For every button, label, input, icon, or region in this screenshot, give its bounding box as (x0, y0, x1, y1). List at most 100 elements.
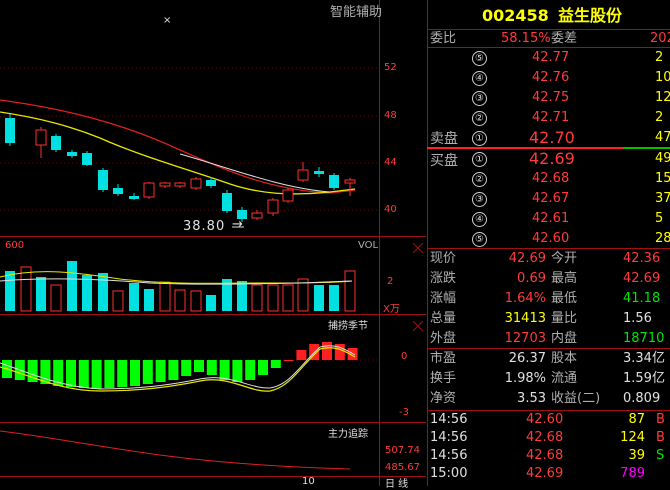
volume-bar (98, 273, 108, 311)
tick-time: 15:00 (430, 466, 468, 481)
stat-value: 1.56 (623, 311, 652, 326)
candle-body (314, 171, 324, 174)
histogram-bar (168, 360, 179, 380)
ind3-axis-label: 485.67 (385, 462, 420, 473)
volume-bar (159, 281, 171, 312)
period-label[interactable]: 日 线 (385, 475, 408, 490)
stock-header[interactable]: 002458 益生股份 (427, 4, 670, 28)
level-badge: ② (472, 172, 487, 187)
volume-bar (144, 289, 154, 311)
candle-body (206, 180, 216, 186)
volume-bar (329, 285, 339, 311)
candle-body (51, 136, 61, 150)
order-volume: 37 (655, 191, 670, 206)
order-book-row[interactable]: ③ 42.67 37 (427, 189, 670, 209)
stat-label: 量比 (551, 311, 578, 326)
pane-close-icon[interactable] (411, 318, 425, 332)
candle-body (297, 169, 309, 181)
candle-body (67, 152, 77, 156)
stat-label: 收益(二) (551, 391, 601, 406)
time-axis-label: 10 (302, 476, 315, 487)
histogram-bar (296, 350, 307, 360)
tick-row[interactable]: 14:56 42.68 124 B (427, 429, 670, 447)
histogram-bar (66, 360, 76, 387)
level-badge: ④ (472, 71, 487, 86)
tick-row[interactable]: 14:56 42.68 39 S (427, 447, 670, 465)
stat-row: 涨跌 0.69 最高 42.69 (427, 269, 670, 289)
level-badge: ④ (472, 212, 487, 227)
pane-close-icon[interactable] (411, 240, 425, 254)
volume-bar (282, 284, 294, 312)
volume-bar (174, 289, 186, 312)
candle-body (113, 188, 123, 194)
fundamental-row: 市盈 26.37 股本 3.34亿 (427, 349, 670, 369)
stat-label: 流通 (551, 371, 578, 386)
histogram-bar (232, 360, 243, 382)
ind2-axis-label: 0 (401, 351, 408, 362)
order-volume: 28 (655, 231, 670, 246)
tick-volume: 87 (628, 412, 645, 427)
histogram-bar (322, 342, 332, 360)
stock-name: 益生股份 (558, 6, 623, 25)
candle-body (282, 189, 294, 202)
order-book-row[interactable]: ② 42.68 157 (427, 169, 670, 189)
histogram-bar (181, 360, 192, 376)
main-force-line (0, 430, 351, 470)
candle-body (344, 179, 356, 184)
order-book-row[interactable]: ① 42.70 47 (427, 128, 670, 148)
weibi-label: 委比 (430, 31, 457, 46)
order-book-row[interactable]: ④ 42.61 5 (427, 209, 670, 229)
stat-label: 最高 (551, 271, 578, 286)
volume-bar (237, 281, 247, 311)
histogram-bar (142, 360, 153, 384)
order-price: 42.60 (532, 231, 570, 246)
volume-bar (267, 284, 279, 312)
candle-body (267, 199, 279, 214)
order-volume: 49 (655, 151, 670, 166)
vol-axis-label: 2 (387, 276, 394, 287)
order-book-row[interactable]: ⑤ 42.77 2 (427, 48, 670, 68)
kline-chart-area[interactable]: 智能辅助 × 52 48 44 40 38.80 → 600 VOL 2 X万 … (0, 0, 426, 490)
order-book-row[interactable]: ④ 42.76 10 (427, 68, 670, 88)
order-book-row[interactable]: ③ 42.75 12 (427, 88, 670, 108)
fundamental-row: 换手 1.98% 流通 1.59亿 (427, 369, 670, 389)
tick-volume: 124 (620, 430, 645, 445)
order-book-row[interactable]: ② 42.71 2 (427, 108, 670, 128)
order-book-row[interactable]: ⑤ 42.60 28 (427, 229, 670, 249)
vol-unit-label: X万 (383, 304, 400, 315)
order-price: 42.76 (532, 70, 570, 85)
volume-bar (20, 266, 32, 312)
quote-panel: 002458 益生股份 委比 58.15% 委差 202 ⑤ 42.77 2 ④ 42.… (427, 0, 670, 486)
stat-value: 1.98% (504, 371, 546, 386)
candle-body (174, 182, 186, 187)
stat-label: 内盘 (551, 331, 578, 346)
histogram-bar (219, 360, 230, 380)
tick-price: 42.68 (526, 430, 564, 445)
stat-value: 42.69 (508, 251, 546, 266)
order-price: 42.68 (532, 171, 570, 186)
volume-bar (67, 261, 77, 311)
time-axis-line (0, 476, 426, 477)
level-badge: ③ (472, 192, 487, 207)
volume-bar (50, 284, 62, 312)
tick-row[interactable]: 15:00 42.69 789 (427, 465, 670, 483)
price-axis-label: 48 (384, 110, 397, 121)
histogram-bar (130, 360, 140, 386)
order-book-row[interactable]: ① 42.69 49 (427, 149, 670, 169)
volume-pane (0, 261, 356, 312)
level-badge: ⑤ (472, 51, 487, 66)
order-volume: 2 (655, 110, 664, 125)
stat-label: 换手 (430, 371, 457, 386)
tick-side: B (656, 430, 665, 445)
weicha-value: 202 (650, 31, 670, 46)
histogram-bar (194, 360, 204, 372)
tick-price: 42.60 (526, 412, 564, 427)
tick-row[interactable]: 14:56 42.60 87 B (427, 411, 670, 429)
volume-bar (344, 270, 356, 312)
order-price: 42.67 (532, 191, 570, 206)
stat-label: 总量 (430, 311, 457, 326)
order-volume: 2 (655, 50, 664, 65)
order-price: 42.70 (529, 128, 575, 147)
candle-body (143, 182, 155, 198)
stat-row: 涨幅 1.64% 最低 41.18 (427, 289, 670, 309)
